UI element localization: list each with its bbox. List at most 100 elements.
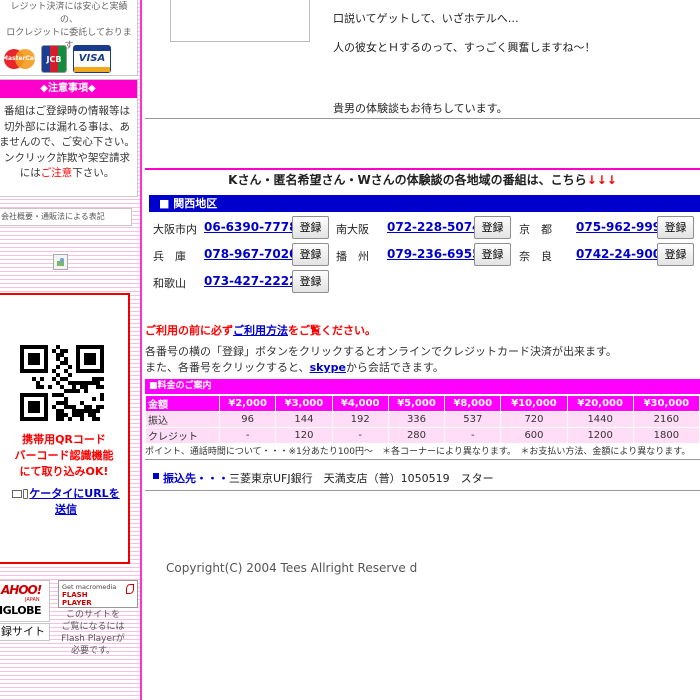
phone-icon	[23, 489, 29, 499]
sidebar: レジット決済には安心と実績の、 ロクレジットに委託しております MasterCa…	[0, 0, 142, 700]
pricing-row: クレジット -120-280-600 1200 1800	[145, 427, 700, 444]
register-button[interactable]: 登録	[657, 216, 694, 239]
payment-info-box: レジット決済には安心と実績の、 ロクレジットに委託しております MasterCa…	[0, 0, 138, 76]
pricing-cell: 192	[331, 411, 389, 428]
pricing-note: ポイント、通話時間について・・・※1分あたり100円～ ＊各コーナーにより異なり…	[145, 444, 700, 460]
phone-number-link[interactable]: 06-6390-7778	[204, 220, 297, 234]
flash-banner-line: Get macromedia	[62, 583, 117, 591]
pricing-cell: 96	[218, 411, 277, 428]
area-name: 大阪市内	[153, 223, 197, 236]
pricing-header: ■料金のご案内	[145, 379, 700, 394]
region-header: ■ 関西地区	[149, 195, 700, 212]
pricing-header-row: 金額 ¥2,000 ¥3,000 ¥4,000 ¥5,000 ¥8,000 ¥10,000 ¥…	[145, 395, 700, 412]
notice-line: 番組はご登録時の情報等は	[4, 105, 130, 117]
story-line: 貴男の体験談もお待ちしています。	[333, 102, 508, 115]
flash-banner-title: FLASH PLAYER	[62, 591, 92, 607]
pricing-cell: 600	[500, 427, 568, 444]
area-name: 南大阪	[336, 223, 369, 236]
pricing-header-cell: ¥4,000	[331, 395, 389, 412]
mail-icon	[12, 490, 23, 498]
register-button[interactable]: 登録	[474, 216, 511, 239]
notice-line: にはご注意下さい。	[19, 167, 115, 179]
yahoo-biglobe-banner[interactable]: AHOO! JAPAN IGLOBE	[0, 580, 50, 622]
pricing-header-cell: 金額	[145, 395, 220, 412]
register-site-link[interactable]: 録サイト	[0, 623, 50, 641]
phone-entry: 兵 庫 078-967-7020 登録	[149, 243, 332, 267]
phone-entry: 南大阪 072-228-5074 登録	[332, 216, 515, 240]
jcb-logo: JCB	[41, 45, 67, 73]
pricing-cell: 720	[500, 411, 568, 428]
pricing-header-cell: ¥3,000	[275, 395, 333, 412]
notice-line: 切外部には漏れる事は、あ	[4, 120, 130, 133]
bank-info: 振込先・・・三菱東京UFJ銀行 天満支店（普）1050519 スター	[145, 463, 700, 491]
phone-number-link[interactable]: 073-427-2222	[204, 274, 297, 288]
send-url-link[interactable]: ケータイにURLを	[29, 487, 119, 500]
phone-row: 和歌山 073-427-2222 登録	[149, 270, 700, 294]
biglobe-logo: IGLOBE	[0, 604, 42, 617]
notice-line: ませんので、ご安心下さい。	[0, 136, 135, 148]
yahoo-logo: AHOO!	[1, 583, 42, 597]
area-name: 京 都	[519, 223, 552, 236]
skype-link[interactable]: skype	[310, 361, 346, 374]
register-button[interactable]: 登録	[292, 270, 329, 293]
send-url-to-phone: ケータイにURLを 送信	[4, 486, 128, 518]
pricing-table: 金額 ¥2,000 ¥3,000 ¥4,000 ¥5,000 ¥8,000 ¥10,000 ¥…	[145, 395, 700, 444]
register-button[interactable]: 登録	[474, 243, 511, 266]
qr-code-icon	[20, 345, 104, 421]
payment-note-line: レジット決済には安心と実績の、	[10, 2, 128, 25]
flash-note: このサイトを ご覧になるには Flash Playerが 必要です。	[61, 610, 125, 656]
visa-logo: VISA	[73, 45, 111, 73]
usage-guide-link[interactable]: ご利用方法	[233, 324, 288, 337]
section-rule	[145, 168, 700, 170]
bullet-icon	[153, 473, 159, 479]
yahoo-sub: JAPAN	[25, 597, 40, 603]
pricing-cell: 144	[275, 411, 333, 428]
phone-number-link[interactable]: 0742-24-9000	[576, 247, 669, 261]
pricing-header-cell: ¥30,000	[632, 395, 700, 412]
area-name: 和歌山	[153, 277, 186, 290]
pricing-cell: 120	[275, 427, 333, 444]
copyright: Copyright(C) 2004 Tees Allright Reserve …	[166, 561, 418, 575]
pricing-cell: クレジット	[145, 427, 220, 444]
broken-image-icon	[53, 254, 68, 270]
phone-number-link[interactable]: 078-967-7020	[204, 247, 297, 261]
register-instruction: 各番号の横の「登録」ボタンをクリックするとオンラインでクレジットカード決済が出来…	[145, 345, 617, 358]
flash-icon	[126, 584, 134, 594]
pricing-row: 振込 96 144 192 336 537 720 1440 2160	[145, 411, 700, 428]
register-button[interactable]: 登録	[292, 243, 329, 266]
notice-box: ◆注意事項◆ 番組はご登録時の情報等は 切外部には漏れる事は、あ ませんので、ご…	[0, 79, 138, 197]
phone-entry: 京 都 075-962-9999 登録	[515, 216, 698, 240]
phone-number-link[interactable]: 072-228-5074	[387, 220, 480, 234]
register-button[interactable]: 登録	[292, 216, 329, 239]
send-url-link-2[interactable]: 送信	[55, 503, 77, 516]
bank-detail: 三菱東京UFJ銀行 天満支店（普）1050519 スター	[229, 472, 494, 485]
regions-title: Kさん・匿名希望さん・Wさんの体験談の各地域の番組は、こちら↓↓↓	[228, 173, 617, 187]
usage-notice: ご利用の前に必ずご利用方法をご覧ください。	[145, 324, 376, 337]
area-name: 奈 良	[519, 250, 552, 263]
phone-entry: 播 州 079-236-6955 登録	[332, 243, 515, 267]
phone-row: 兵 庫 078-967-7020 登録播 州 079-236-6955 登録奈 良 074…	[149, 243, 700, 267]
flash-player-banner[interactable]: Get macromedia FLASH PLAYER	[58, 580, 138, 608]
phone-number-link[interactable]: 075-962-9999	[576, 220, 669, 234]
pricing-cell: 336	[387, 411, 446, 428]
pricing-header-cell: ¥5,000	[387, 395, 446, 412]
notice-header: ◆注意事項◆	[0, 80, 137, 98]
phone-number-link[interactable]: 079-236-6955	[387, 247, 480, 261]
qr-caption: 携帯用QRコード バーコード認識機能 にて取り込みOK!	[14, 433, 114, 478]
pricing-cell: 1440	[566, 411, 634, 428]
pricing-cell: 1200	[566, 427, 634, 444]
pricing-cell: 2160	[632, 411, 700, 428]
pricing-header-cell: ¥8,000	[444, 395, 502, 412]
mastercard-logo: MasterCard	[2, 45, 41, 73]
notice-line: ンクリック詐欺や架空請求	[4, 151, 130, 164]
pricing-cell: 537	[444, 411, 502, 428]
pricing-cell: -	[218, 427, 277, 444]
down-arrows-icon: ↓↓↓	[586, 173, 617, 187]
phone-entry: 奈 良 0742-24-9000 登録	[515, 243, 698, 267]
legal-notice-link[interactable]: 会社概要・通販法による表記	[0, 208, 132, 226]
phone-entry: 大阪市内 06-6390-7778 登録	[149, 216, 332, 240]
bank-text: 振込先・・・三菱東京UFJ銀行 天満支店（普）1050519 スター	[163, 470, 494, 486]
register-button[interactable]: 登録	[657, 243, 694, 266]
phone-entry: 和歌山 073-427-2222 登録	[149, 270, 332, 294]
story-line: 口説いてゲットして、いざホテルへ…	[333, 12, 519, 25]
